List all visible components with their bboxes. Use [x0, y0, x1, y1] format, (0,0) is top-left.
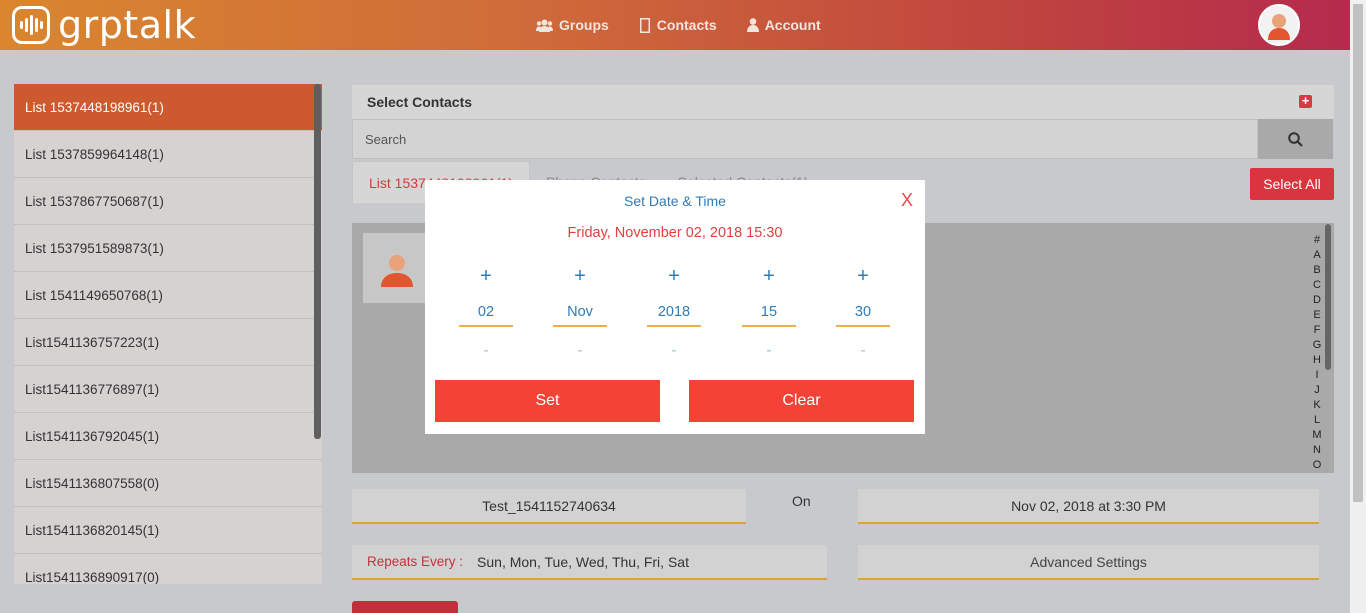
sidebar-list-item[interactable]: List 1537448198961(1) — [14, 84, 322, 131]
select-contacts-header: Select Contacts + — [352, 85, 1334, 119]
contact-avatar-icon — [381, 255, 413, 287]
hour-value[interactable]: 15 — [742, 301, 796, 327]
set-button[interactable]: Set — [435, 380, 660, 422]
minute-value[interactable]: 30 — [836, 301, 890, 327]
hour-increment-button[interactable]: + — [742, 265, 796, 287]
alpha-letter[interactable]: I — [1310, 368, 1324, 383]
alpha-letter[interactable]: J — [1310, 383, 1324, 398]
search-input[interactable]: Search — [352, 119, 1258, 159]
alpha-letter[interactable]: A — [1310, 248, 1324, 263]
hour-decrement-button[interactable]: - — [742, 341, 796, 361]
nav-contacts[interactable]: Contacts — [639, 17, 717, 33]
minute-decrement-button[interactable]: - — [836, 341, 890, 361]
nav-groups-label: Groups — [559, 17, 609, 33]
profile-avatar[interactable] — [1258, 4, 1300, 46]
grptalk-logo[interactable]: grptalk — [12, 6, 196, 44]
modal-title: Set Date & Time — [624, 193, 726, 209]
day-value[interactable]: 02 — [459, 301, 513, 327]
alpha-letter[interactable]: C — [1310, 278, 1324, 293]
clear-button[interactable]: Clear — [689, 380, 914, 422]
nav-groups[interactable]: Groups — [536, 17, 609, 33]
avatar-icon — [1260, 6, 1298, 44]
month-value[interactable]: Nov — [553, 301, 607, 327]
alpha-letter[interactable]: M — [1310, 428, 1324, 443]
schedule-datetime-field[interactable]: Nov 02, 2018 at 3:30 PM — [858, 489, 1319, 524]
alpha-letter[interactable]: G — [1310, 338, 1324, 353]
minute-increment-button[interactable]: + — [836, 265, 890, 287]
sidebar-list-item[interactable]: List 1537951589873(1) — [14, 225, 322, 272]
main-nav: Groups Contacts Account — [536, 0, 821, 50]
day-decrement-button[interactable]: - — [459, 341, 513, 361]
datetime-picker-modal: Set Date & Time X Friday, November 02, 2… — [425, 180, 925, 434]
on-label: On — [792, 493, 811, 509]
sidebar-scrollbar[interactable] — [314, 84, 321, 439]
users-icon — [536, 19, 553, 32]
page-scrollbar-thumb[interactable] — [1353, 4, 1363, 502]
alpha-letter[interactable]: L — [1310, 413, 1324, 428]
search-button[interactable] — [1258, 119, 1333, 159]
sidebar-list-item[interactable]: List1541136807558(0) — [14, 460, 322, 507]
alpha-letter[interactable]: H — [1310, 353, 1324, 368]
search-icon — [1288, 131, 1303, 147]
select-all-button[interactable]: Select All — [1250, 168, 1334, 200]
logo-icon — [12, 6, 50, 44]
year-value[interactable]: 2018 — [647, 301, 701, 327]
repeats-field[interactable]: Repeats Every : Sun, Mon, Tue, Wed, Thu,… — [352, 545, 827, 580]
hour-picker: + 15 - — [742, 265, 796, 361]
user-icon — [746, 18, 759, 32]
year-picker: + 2018 - — [647, 265, 701, 361]
search-placeholder: Search — [365, 131, 407, 147]
sidebar-list-item[interactable]: List1541136820145(1) — [14, 507, 322, 554]
repeats-value: Sun, Mon, Tue, Wed, Thu, Fri, Sat — [477, 553, 689, 570]
close-button[interactable]: X — [901, 190, 913, 211]
selected-datetime-display: Friday, November 02, 2018 15:30 — [567, 225, 783, 241]
alpha-letter[interactable]: O — [1310, 458, 1324, 473]
submit-button[interactable] — [352, 601, 458, 613]
sidebar-list-item[interactable]: List1541136757223(1) — [14, 319, 322, 366]
group-name-field[interactable]: Test_1541152740634 — [352, 489, 746, 524]
panel-title: Select Contacts — [367, 94, 473, 110]
minute-picker: + 30 - — [836, 265, 890, 361]
logo-text: grptalk — [58, 3, 197, 47]
contacts-scrollbar[interactable] — [1325, 224, 1331, 370]
address-book-icon — [639, 17, 650, 33]
sidebar-list-item[interactable]: List 1541149650768(1) — [14, 272, 322, 319]
sidebar-list-item[interactable]: List1541136890917(0) — [14, 554, 322, 585]
top-navbar: grptalk Groups Contacts Account — [0, 0, 1350, 50]
nav-account-label: Account — [764, 17, 821, 33]
alpha-letter[interactable]: # — [1310, 233, 1324, 248]
alpha-letter[interactable]: E — [1310, 308, 1324, 323]
sidebar-list-item[interactable]: List1541136792045(1) — [14, 413, 322, 460]
month-decrement-button[interactable]: - — [553, 341, 607, 361]
year-increment-button[interactable]: + — [647, 265, 701, 287]
add-contact-icon[interactable]: + — [1299, 94, 1312, 108]
alphabet-index: # A B C D E F G H I J K L M N O — [1310, 233, 1324, 473]
alpha-letter[interactable]: K — [1310, 398, 1324, 413]
alpha-letter[interactable]: D — [1310, 293, 1324, 308]
nav-contacts-label: Contacts — [656, 17, 717, 33]
alpha-letter[interactable]: N — [1310, 443, 1324, 458]
sidebar-list-item[interactable]: List 1537859964148(1) — [14, 131, 322, 178]
day-picker: + 02 - — [459, 265, 513, 361]
alpha-letter[interactable]: F — [1310, 323, 1324, 338]
sidebar-list-item[interactable]: List 1537867750687(1) — [14, 178, 322, 225]
advanced-settings-button[interactable]: Advanced Settings — [858, 545, 1319, 580]
month-increment-button[interactable]: + — [553, 265, 607, 287]
year-decrement-button[interactable]: - — [647, 341, 701, 361]
contact-lists-sidebar: List 1537448198961(1) List 1537859964148… — [14, 84, 322, 584]
sidebar-list-item[interactable]: List1541136776897(1) — [14, 366, 322, 413]
nav-account[interactable]: Account — [746, 17, 821, 33]
month-picker: + Nov - — [553, 265, 607, 361]
day-increment-button[interactable]: + — [459, 265, 513, 287]
alpha-letter[interactable]: B — [1310, 263, 1324, 278]
repeats-label: Repeats Every : — [367, 554, 464, 569]
